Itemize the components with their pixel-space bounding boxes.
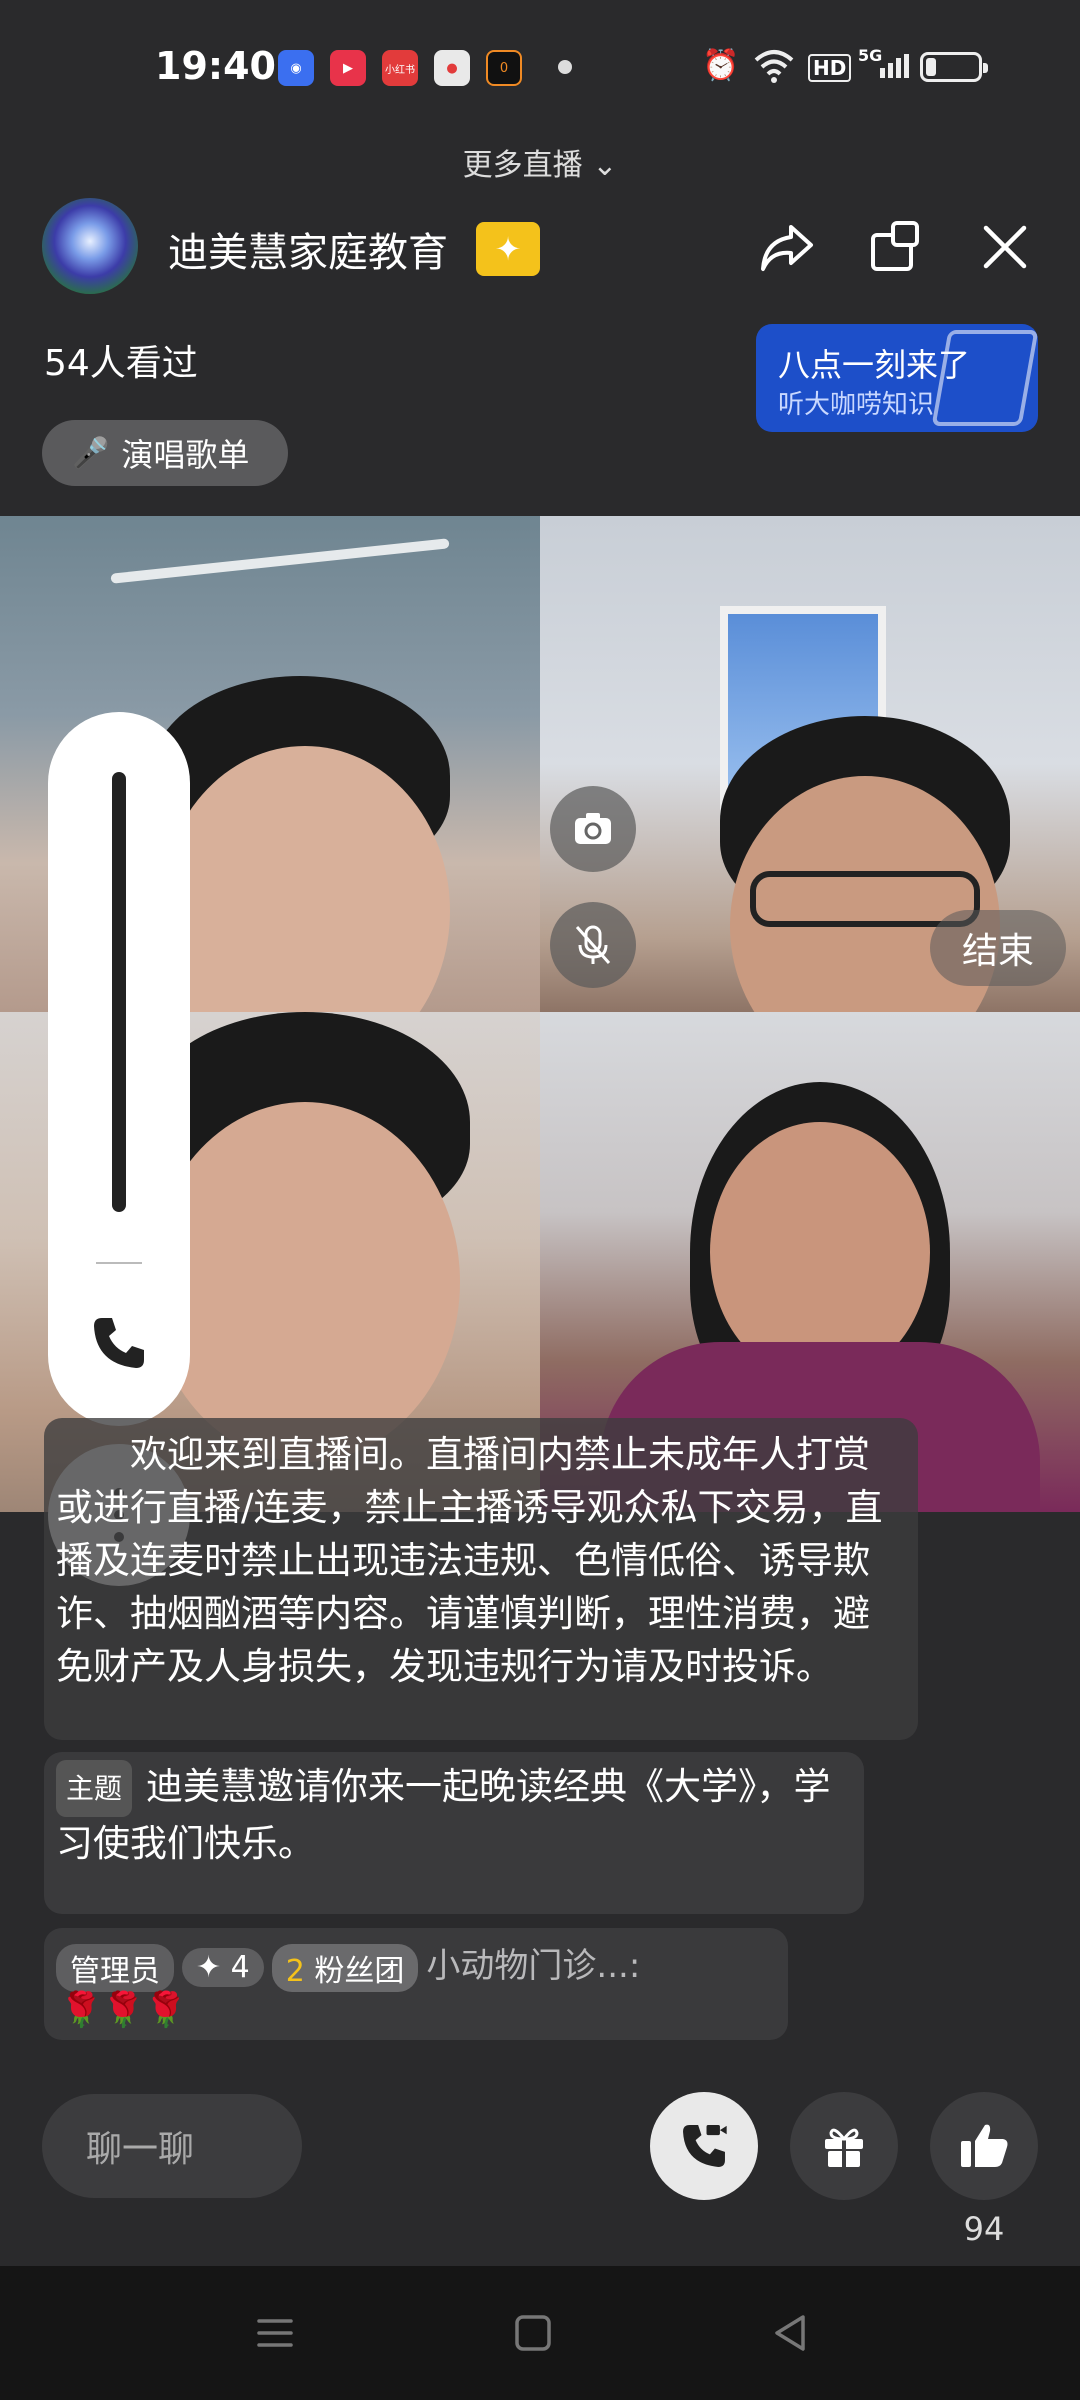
share-icon[interactable]: [752, 212, 822, 282]
song-list-label: 演唱歌单: [121, 436, 250, 474]
back-nav-icon[interactable]: [764, 2306, 818, 2360]
mic-off-icon: [575, 925, 611, 964]
5g-signal-icon: 5G: [858, 48, 909, 78]
camera-flip-icon: [575, 813, 611, 844]
video-call-button[interactable]: [650, 2092, 758, 2200]
promo-subtitle: 听大咖唠知识: [778, 390, 935, 420]
gift-icon: [825, 2128, 863, 2167]
more-live-button[interactable]: 更多直播 ⌄: [0, 140, 1080, 184]
mute-mic-button[interactable]: [550, 902, 636, 988]
notice-body: 通知欢迎来到直播间。直播间内禁止未成年人打赏或进行直播/连麦，禁止主播诱导观众私…: [56, 1428, 906, 1693]
promo-banner[interactable]: 八点一刻来了 听大咖唠知识: [756, 324, 1038, 432]
chat-input[interactable]: 聊一聊: [42, 2094, 302, 2198]
status-bar: 19:40 ◉ ▶ 小红书 ● 0 ⏰ HD 5G: [0, 0, 1080, 140]
recents-nav-icon[interactable]: [248, 2306, 302, 2360]
panel-divider: [96, 1262, 142, 1264]
system-nav-bar: [0, 2266, 1080, 2400]
battery-icon: [920, 52, 988, 82]
like-count: 94: [963, 2210, 1005, 2248]
microphone-icon: 🎤: [72, 435, 110, 471]
viewer-count: 54人看过: [44, 343, 198, 384]
chat-username[interactable]: 小动物门诊...:: [426, 1946, 640, 1986]
like-button[interactable]: [930, 2092, 1038, 2200]
notice-message: 通知欢迎来到直播间。直播间内禁止未成年人打赏或进行直播/连麦，禁止主播诱导观众私…: [44, 1418, 918, 1740]
gift-button[interactable]: [790, 2092, 898, 2200]
video-app-icon: ▶: [330, 50, 366, 86]
chevron-down-icon: ⌄: [592, 148, 618, 183]
more-live-label: 更多直播: [462, 148, 583, 183]
orange-app-icon: 0: [486, 50, 522, 86]
notice-text: 欢迎来到直播间。直播间内禁止未成年人打赏或进行直播/连麦，禁止主播诱导观众私下交…: [56, 1433, 883, 1688]
host-avatar[interactable]: [42, 198, 138, 294]
chat-message[interactable]: 管理员 ✦ 42 粉丝团 小动物门诊...: 🌹🌹🌹: [44, 1928, 788, 2040]
phone-icon[interactable]: [88, 1312, 150, 1374]
chat-message-text: 🌹🌹🌹: [60, 1990, 188, 2030]
xiaohongshu-app-icon: 小红书: [382, 50, 418, 86]
theme-tag: 主题: [56, 1760, 133, 1817]
host-badge-icon: ✦: [476, 222, 540, 276]
video-call-icon: [683, 2125, 727, 2167]
floating-control-panel: [48, 712, 190, 1426]
person-face: [150, 1102, 460, 1462]
hd-icon: HD: [808, 54, 852, 82]
home-nav-icon[interactable]: [506, 2306, 560, 2360]
browser-app-icon: ◉: [278, 50, 314, 86]
thumbs-up-icon: [961, 2124, 1008, 2167]
volume-slider[interactable]: [112, 772, 126, 1212]
admin-tag: 管理员: [56, 1943, 174, 1992]
flip-camera-button[interactable]: [550, 786, 636, 872]
notification-dot: [558, 60, 572, 74]
level-tag: ✦ 4: [182, 1948, 264, 1987]
fans-club-tag[interactable]: 2 粉丝团: [271, 1943, 419, 1992]
theme-text: 迪美慧邀请你来一起晚读经典《大学》，学习使我们快乐。: [56, 1765, 831, 1865]
ceiling-fan: [110, 538, 450, 584]
status-time: 19:40: [155, 44, 276, 88]
alarm-icon: ⏰: [702, 48, 740, 83]
fan-level-star: 2: [285, 1953, 305, 1989]
map-app-icon: ●: [434, 50, 470, 86]
theme-body: 主题 迪美慧邀请你来一起晚读经典《大学》，学习使我们快乐。: [56, 1760, 846, 1870]
promo-chair-icon: [931, 330, 1038, 426]
end-call-button[interactable]: 结束: [930, 910, 1066, 986]
theme-message: 主题 迪美慧邀请你来一起晚读经典《大学》，学习使我们快乐。: [44, 1752, 864, 1914]
fans-club-label: 粉丝团: [314, 1953, 405, 1989]
wifi-icon: [752, 46, 796, 90]
song-list-button[interactable]: 🎤 演唱歌单: [42, 420, 288, 486]
window-mode-icon[interactable]: [860, 212, 930, 282]
close-icon[interactable]: [970, 212, 1040, 282]
chat-message-header: 管理员 ✦ 42 粉丝团 小动物门诊...:: [56, 1938, 640, 1992]
host-name[interactable]: 迪美慧家庭教育: [168, 220, 448, 278]
